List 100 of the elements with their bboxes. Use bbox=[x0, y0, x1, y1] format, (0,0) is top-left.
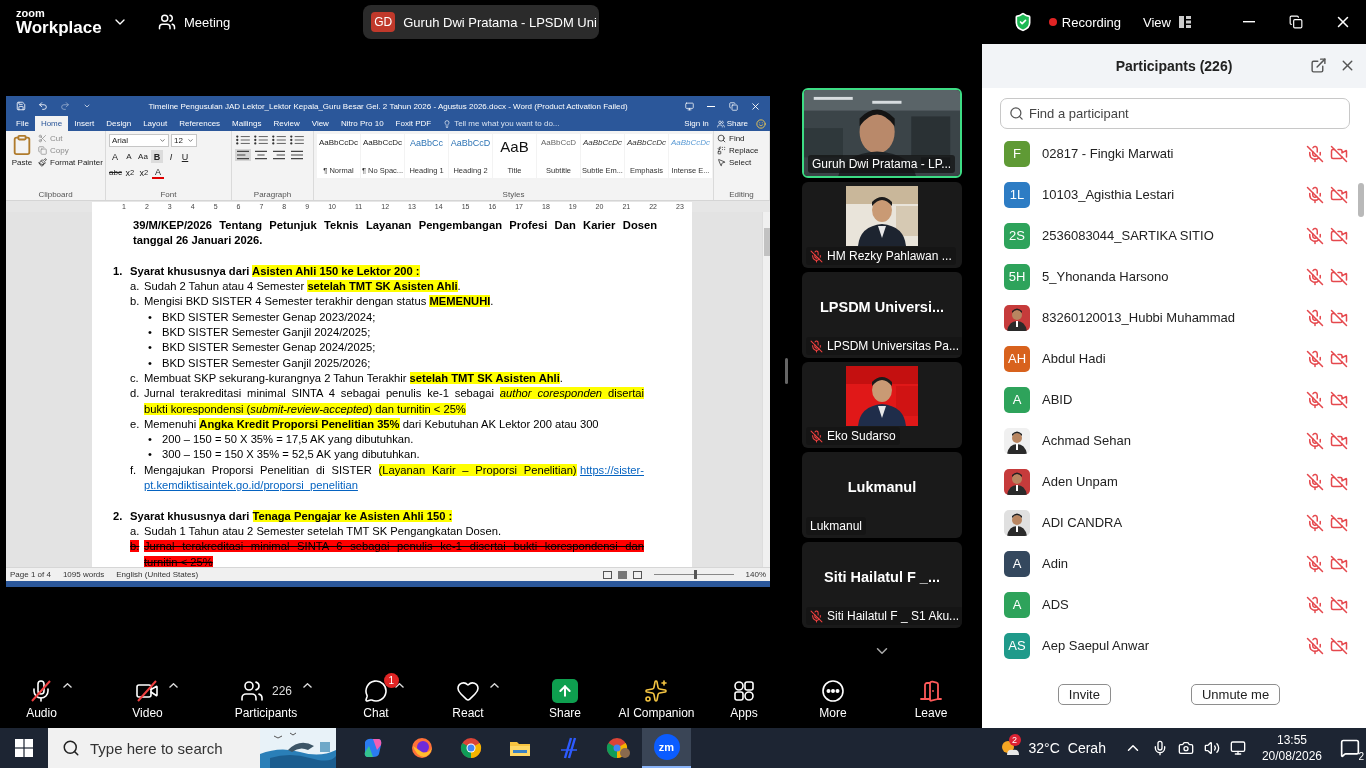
change-case-button[interactable]: Aa bbox=[137, 150, 149, 163]
share-button[interactable]: Share bbox=[716, 119, 748, 128]
muted-microphone-icon[interactable] bbox=[1306, 595, 1324, 614]
slider-thumb[interactable] bbox=[693, 570, 697, 579]
minimize-icon[interactable] bbox=[707, 105, 715, 107]
react-button[interactable]: React bbox=[452, 678, 484, 720]
print-layout-icon[interactable] bbox=[617, 570, 627, 579]
participant-row[interactable]: Achmad Sehan bbox=[982, 420, 1356, 461]
muted-microphone-icon[interactable] bbox=[1306, 308, 1324, 327]
ribbon-options-icon[interactable] bbox=[684, 101, 694, 111]
scrollbar-thumb[interactable] bbox=[1358, 183, 1364, 217]
tell-me-field[interactable]: Tell me what you want to do... bbox=[443, 116, 560, 131]
save-icon[interactable] bbox=[16, 101, 26, 111]
taskbar-app[interactable]: zm bbox=[642, 728, 691, 768]
align-center-icon[interactable] bbox=[253, 149, 269, 161]
ribbon-tab[interactable]: View bbox=[305, 116, 335, 131]
bold-button[interactable]: B bbox=[151, 150, 163, 163]
participant-row[interactable]: A Adin bbox=[982, 543, 1356, 584]
camera-off-icon[interactable] bbox=[1330, 185, 1348, 204]
audio-button[interactable]: Audio bbox=[26, 678, 57, 720]
italic-button[interactable]: I bbox=[165, 150, 177, 163]
ribbon-tab[interactable]: Review bbox=[267, 116, 306, 131]
caret-icon[interactable] bbox=[168, 682, 178, 688]
search-field[interactable]: Find a participant bbox=[1000, 98, 1350, 129]
apps-button[interactable]: Apps bbox=[730, 678, 758, 720]
camera-off-icon[interactable] bbox=[1330, 431, 1348, 450]
camera-off-icon[interactable] bbox=[1330, 144, 1348, 163]
ribbon-tab[interactable]: Design bbox=[100, 116, 138, 131]
underline-button[interactable]: U bbox=[179, 150, 191, 163]
muted-microphone-icon[interactable] bbox=[1306, 185, 1324, 204]
ribbon-tab[interactable]: Layout bbox=[137, 116, 174, 131]
leave-button[interactable]: Leave bbox=[914, 678, 948, 720]
caret-icon[interactable] bbox=[62, 682, 72, 688]
video-button[interactable]: Video bbox=[132, 678, 163, 720]
camera-off-icon[interactable] bbox=[1330, 636, 1348, 655]
camera-off-icon[interactable] bbox=[1330, 267, 1348, 286]
justify-icon[interactable] bbox=[289, 149, 305, 161]
read-mode-icon[interactable] bbox=[602, 570, 612, 579]
ribbon-tab[interactable]: Insert bbox=[68, 116, 101, 131]
bullets-icon[interactable] bbox=[235, 134, 251, 146]
caret-icon[interactable] bbox=[489, 682, 499, 688]
numbering-icon[interactable] bbox=[253, 134, 269, 146]
participant-row[interactable]: A ABID bbox=[982, 379, 1356, 420]
share-button[interactable]: Share bbox=[549, 678, 581, 720]
ribbon-tab[interactable]: Foxit PDF bbox=[389, 116, 438, 131]
format-painter-button[interactable]: Format Painter bbox=[38, 158, 103, 167]
shrink-font-button[interactable]: A bbox=[123, 150, 135, 163]
weather-widget[interactable]: 2 32°C Cerah bbox=[998, 737, 1106, 759]
participant-row[interactable]: 1L 10103_Agisthia Lestari bbox=[982, 174, 1356, 215]
smiley-icon[interactable] bbox=[756, 118, 766, 129]
find-button[interactable]: Find bbox=[717, 134, 759, 143]
replace-button[interactable]: Replace bbox=[717, 146, 759, 155]
muted-microphone-icon[interactable] bbox=[1306, 472, 1324, 491]
restore-icon[interactable] bbox=[728, 101, 738, 111]
participant-row[interactable]: F 02817 - Fingki Marwati bbox=[982, 133, 1356, 174]
taskbar-search-field[interactable]: Type here to search bbox=[48, 728, 260, 768]
select-button[interactable]: Select bbox=[717, 158, 759, 167]
participant-row[interactable]: AS Aep Saepul Anwar bbox=[982, 625, 1356, 666]
more-button[interactable]: More bbox=[819, 678, 847, 720]
participant-row[interactable]: ADI CANDRA bbox=[982, 502, 1356, 543]
network-icon[interactable] bbox=[1229, 740, 1246, 756]
muted-microphone-icon[interactable] bbox=[1306, 431, 1324, 450]
muted-microphone-icon[interactable] bbox=[1306, 636, 1324, 655]
clock[interactable]: 13:55 20/08/2026 bbox=[1261, 732, 1322, 764]
participant-row[interactable]: 5H 5_Yhonanda Harsono bbox=[982, 256, 1356, 297]
participant-row[interactable]: 2S 2536083044_SARTIKA SITIO bbox=[982, 215, 1356, 256]
participant-row[interactable]: A ADS bbox=[982, 584, 1356, 625]
link[interactable]: https://sister- bbox=[579, 463, 644, 476]
camera-off-icon[interactable] bbox=[1330, 554, 1348, 573]
undo-icon[interactable] bbox=[38, 101, 48, 111]
strike-button[interactable]: abc bbox=[109, 166, 122, 179]
camera-off-icon[interactable] bbox=[1330, 226, 1348, 245]
camera-off-icon[interactable] bbox=[1330, 595, 1348, 614]
paste-button[interactable]: Paste bbox=[9, 134, 35, 189]
muted-microphone-icon[interactable] bbox=[1306, 554, 1324, 573]
multilevel-list-icon[interactable] bbox=[271, 134, 287, 146]
indent-icon[interactable] bbox=[289, 134, 305, 146]
scrollbar-thumb[interactable] bbox=[763, 228, 770, 256]
caret-icon[interactable] bbox=[394, 682, 404, 688]
ribbon-tab[interactable]: References bbox=[173, 116, 227, 131]
pop-out-icon[interactable] bbox=[1310, 57, 1327, 74]
align-right-icon[interactable] bbox=[271, 149, 287, 161]
ribbon-tab[interactable]: Home bbox=[34, 116, 69, 131]
caret-icon[interactable] bbox=[303, 682, 313, 688]
web-layout-icon[interactable] bbox=[632, 570, 642, 579]
speaker-icon[interactable] bbox=[1203, 740, 1220, 756]
camera-off-icon[interactable] bbox=[1330, 513, 1348, 532]
unmute-button[interactable]: Unmute me bbox=[1190, 683, 1281, 705]
resize-handle[interactable] bbox=[784, 358, 788, 384]
ribbon-tab[interactable]: Nitro Pro 10 bbox=[334, 116, 390, 131]
sign-in-link[interactable]: Sign in bbox=[684, 119, 709, 128]
font-size-field[interactable]: 12 bbox=[171, 134, 197, 147]
muted-microphone-icon[interactable] bbox=[1306, 226, 1324, 245]
participant-row[interactable]: AH Abdul Hadi bbox=[982, 338, 1356, 379]
camera-off-icon[interactable] bbox=[1330, 390, 1348, 409]
grow-font-button[interactable]: A bbox=[109, 150, 121, 163]
participants-button[interactable]: 226 Participants bbox=[234, 678, 298, 720]
close-icon[interactable] bbox=[749, 100, 761, 112]
camera-off-icon[interactable] bbox=[1330, 349, 1348, 368]
muted-microphone-icon[interactable] bbox=[1306, 144, 1324, 163]
